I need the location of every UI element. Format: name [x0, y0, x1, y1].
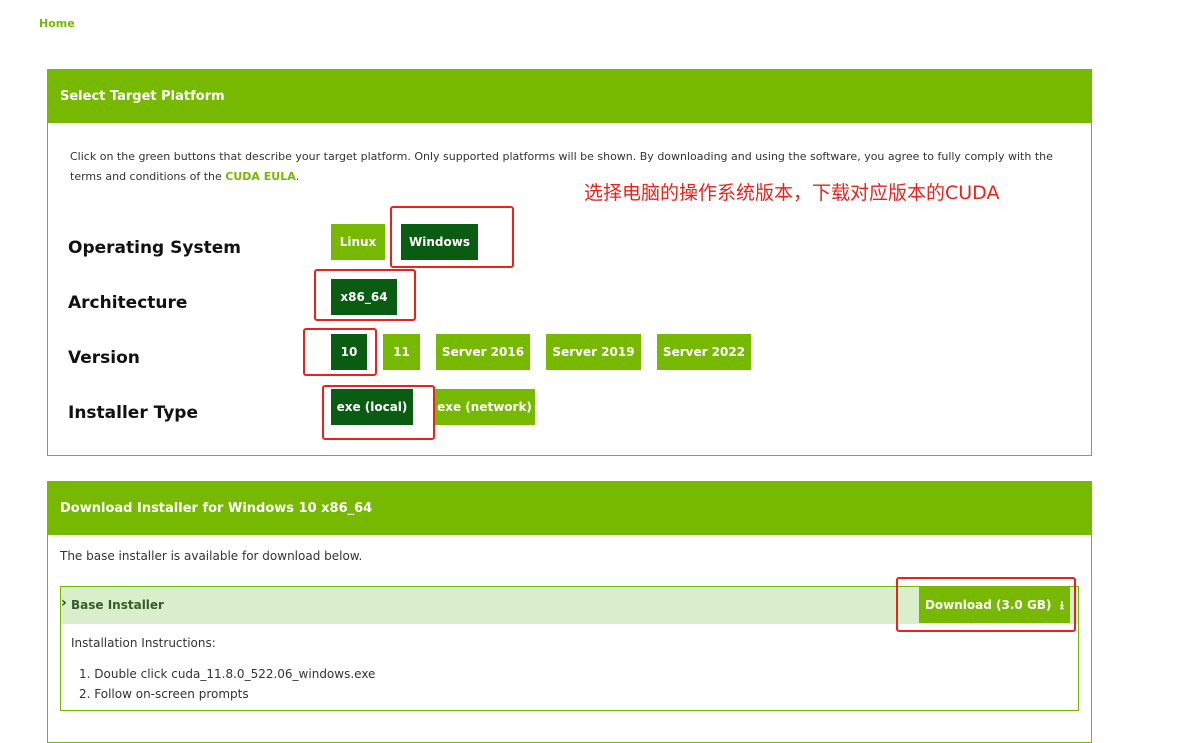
annotation-text: 选择电脑的操作系统版本，下载对应版本的CUDA — [584, 182, 1000, 204]
download-icon: ⭳ — [1055, 598, 1065, 612]
installer-type-label: Installer Type — [68, 403, 198, 423]
list-item: 1. Double click cuda_11.8.0_522.06_windo… — [79, 667, 376, 681]
os-windows-button[interactable]: Windows — [401, 224, 478, 260]
download-panel-title: Download Installer for Windows 10 x86_64 — [48, 482, 1091, 535]
panel-title: Select Target Platform — [48, 70, 1091, 123]
base-installer-title: Base Installer — [71, 598, 164, 612]
select-target-platform-panel: Select Target Platform Click on the gree… — [47, 69, 1092, 456]
base-installer-header[interactable]: › Base Installer Download (3.0 GB) ⭳ — [61, 587, 1078, 624]
os-label: Operating System — [68, 238, 241, 258]
download-button[interactable]: Download (3.0 GB) ⭳ — [919, 587, 1070, 623]
installer-exe-network-button[interactable]: exe (network) — [434, 389, 535, 425]
instructions-title: Installation Instructions: — [71, 636, 216, 650]
version-server-2019-button[interactable]: Server 2019 — [546, 334, 641, 370]
list-item: 2. Follow on-screen prompts — [79, 687, 249, 701]
download-intro-text: The base installer is available for down… — [60, 549, 363, 563]
architecture-label: Architecture — [68, 293, 188, 313]
instructions-list: 1. Double click cuda_11.8.0_522.06_windo… — [79, 664, 375, 704]
base-installer-section: › Base Installer Download (3.0 GB) ⭳ Ins… — [60, 586, 1079, 711]
version-10-button[interactable]: 10 — [331, 334, 367, 370]
version-11-button[interactable]: 11 — [383, 334, 420, 370]
chevron-right-icon: › — [61, 595, 67, 611]
os-linux-button[interactable]: Linux — [331, 224, 385, 260]
arch-x86-64-button[interactable]: x86_64 — [331, 279, 397, 315]
version-server-2016-button[interactable]: Server 2016 — [436, 334, 530, 370]
download-installer-panel: Download Installer for Windows 10 x86_64… — [47, 481, 1092, 743]
installer-exe-local-button[interactable]: exe (local) — [331, 389, 413, 425]
version-server-2022-button[interactable]: Server 2022 — [657, 334, 751, 370]
cuda-eula-link[interactable]: CUDA EULA — [225, 170, 295, 183]
version-label: Version — [68, 348, 140, 368]
home-link[interactable]: Home — [39, 17, 75, 30]
